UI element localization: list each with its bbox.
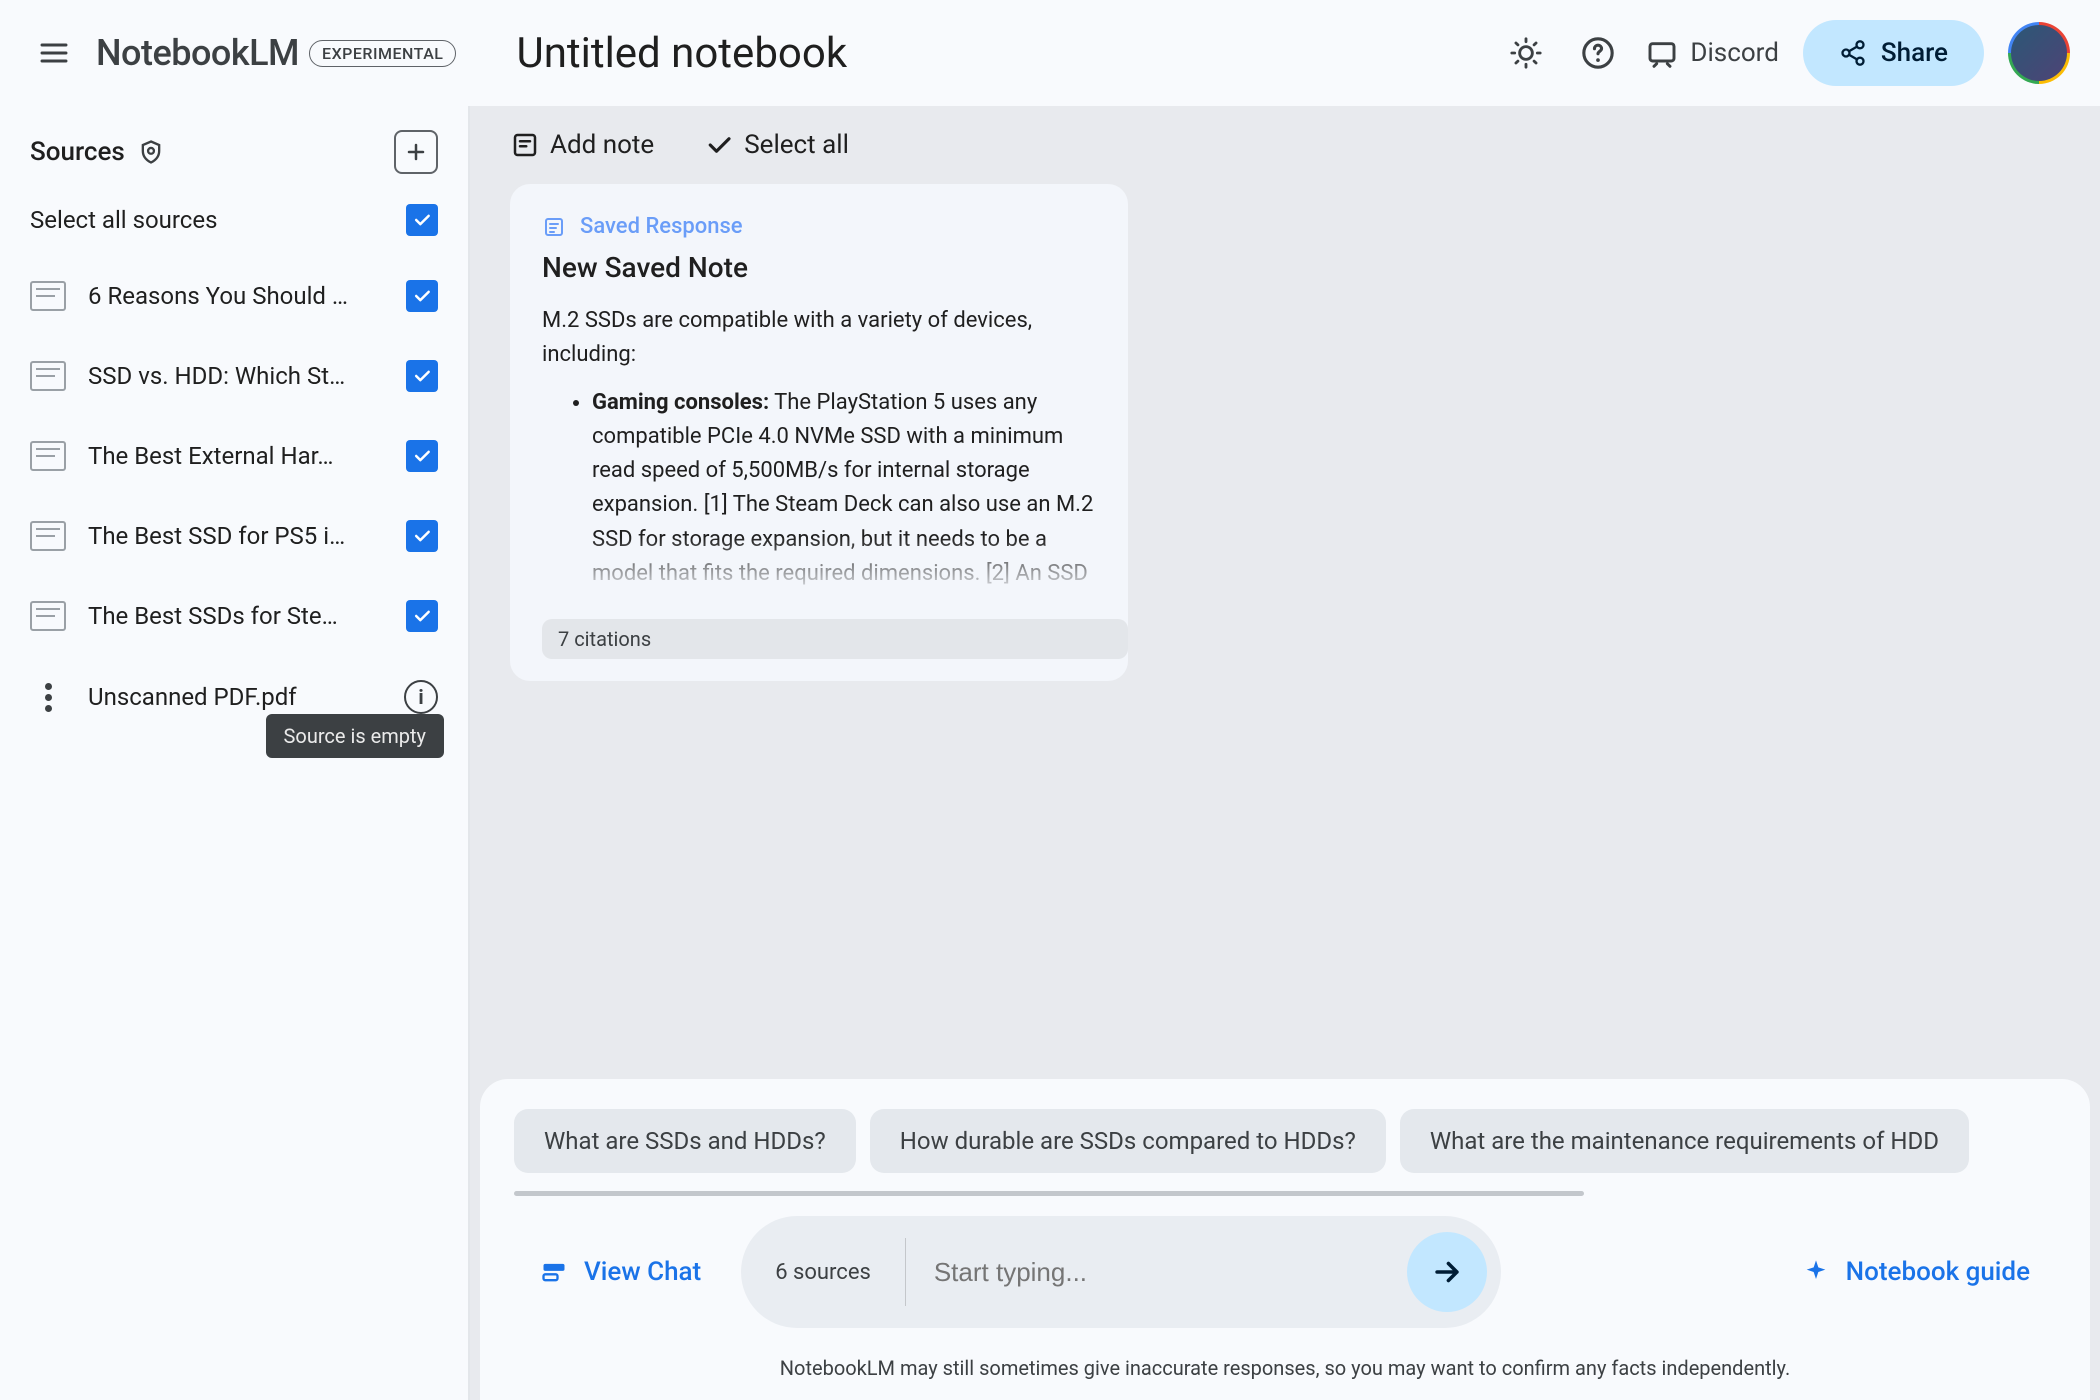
more-vertical-icon[interactable]	[30, 683, 66, 712]
theme-toggle-button[interactable]	[1502, 29, 1550, 77]
source-item[interactable]: The Best External Har…	[0, 416, 468, 496]
saved-note-card[interactable]: Saved Response New Saved Note M.2 SSDs a…	[510, 184, 1128, 681]
citations-pill[interactable]: 7 citations	[542, 619, 1128, 659]
document-icon	[30, 281, 66, 311]
source-label: 6 Reasons You Should …	[88, 282, 384, 310]
main-area: Add note Select all Saved Response New S…	[470, 106, 2100, 1400]
chat-input-container: 6 sources	[741, 1216, 1501, 1328]
share-icon	[1839, 39, 1867, 67]
notebook-title[interactable]: Untitled notebook	[516, 29, 847, 78]
discord-icon	[1646, 37, 1678, 69]
card-tag: Saved Response	[510, 214, 1128, 251]
select-all-sources[interactable]: Select all sources	[0, 192, 468, 256]
source-item[interactable]: SSD vs. HDD: Which St…	[0, 336, 468, 416]
source-checkbox[interactable]	[406, 280, 438, 312]
source-checkbox[interactable]	[406, 520, 438, 552]
discord-label: Discord	[1690, 38, 1778, 68]
select-all-notes-button[interactable]: Select all	[704, 130, 849, 160]
sidebar-title: Sources	[30, 137, 165, 167]
bottom-panel: What are SSDs and HDDs? How durable are …	[480, 1079, 2090, 1400]
source-label: Unscanned PDF.pdf	[88, 683, 382, 711]
view-chat-button[interactable]: View Chat	[540, 1257, 701, 1287]
source-checkbox[interactable]	[406, 440, 438, 472]
share-label: Share	[1881, 38, 1948, 68]
document-icon	[30, 361, 66, 391]
add-note-button[interactable]: Add note	[510, 130, 654, 160]
source-item[interactable]: The Best SSDs for Ste…	[0, 576, 468, 656]
source-item[interactable]: 6 Reasons You Should …	[0, 256, 468, 336]
suggestion-chip[interactable]: How durable are SSDs compared to HDDs?	[870, 1109, 1386, 1173]
hamburger-icon	[38, 37, 70, 69]
app-logo[interactable]: NotebookLM	[96, 32, 299, 74]
source-label: The Best SSDs for Ste…	[88, 602, 384, 630]
sparkle-icon	[1802, 1258, 1830, 1286]
send-button[interactable]	[1407, 1232, 1487, 1312]
hamburger-menu-button[interactable]	[30, 29, 78, 77]
source-item-empty[interactable]: Unscanned PDF.pdf i Source is empty	[0, 656, 468, 738]
document-icon	[30, 521, 66, 551]
topbar: NotebookLM EXPERIMENTAL Untitled noteboo…	[0, 0, 2100, 106]
source-count[interactable]: 6 sources	[741, 1238, 906, 1305]
discord-link[interactable]: Discord	[1646, 37, 1778, 69]
tooltip: Source is empty	[266, 714, 444, 758]
source-item[interactable]: The Best SSD for PS5 i…	[0, 496, 468, 576]
source-label: SSD vs. HDD: Which St…	[88, 362, 384, 390]
suggestion-chip[interactable]: What are SSDs and HDDs?	[514, 1109, 856, 1173]
source-label: The Best External Har…	[88, 442, 384, 470]
source-checkbox[interactable]	[406, 360, 438, 392]
sidebar: Sources Select all sources 6 Reasons You…	[0, 106, 470, 1400]
plus-icon	[404, 140, 428, 164]
check-icon	[704, 130, 734, 160]
document-icon	[30, 601, 66, 631]
saved-response-icon	[542, 215, 566, 239]
help-button[interactable]	[1574, 29, 1622, 77]
info-icon[interactable]: i	[404, 680, 438, 714]
chat-icon	[540, 1258, 568, 1286]
shield-icon	[137, 138, 165, 166]
suggestion-chip[interactable]: What are the maintenance requirements of…	[1400, 1109, 1969, 1173]
chat-input[interactable]	[906, 1257, 1407, 1288]
card-body: M.2 SSDs are compatible with a variety o…	[510, 304, 1128, 597]
experimental-badge: EXPERIMENTAL	[309, 40, 456, 67]
help-icon	[1581, 36, 1615, 70]
add-source-button[interactable]	[394, 130, 438, 174]
sun-icon	[1509, 36, 1543, 70]
disclaimer: NotebookLM may still sometimes give inac…	[480, 1338, 2090, 1380]
select-all-checkbox[interactable]	[406, 204, 438, 236]
source-label: The Best SSD for PS5 i…	[88, 522, 384, 550]
document-icon	[30, 441, 66, 471]
card-title: New Saved Note	[510, 251, 1128, 304]
source-checkbox[interactable]	[406, 600, 438, 632]
arrow-right-icon	[1430, 1255, 1464, 1289]
notebook-guide-button[interactable]: Notebook guide	[1802, 1257, 2030, 1287]
share-button[interactable]: Share	[1803, 20, 1984, 86]
avatar[interactable]	[2008, 22, 2070, 84]
note-add-icon	[510, 130, 540, 160]
suggestion-chips: What are SSDs and HDDs? How durable are …	[480, 1109, 2090, 1191]
